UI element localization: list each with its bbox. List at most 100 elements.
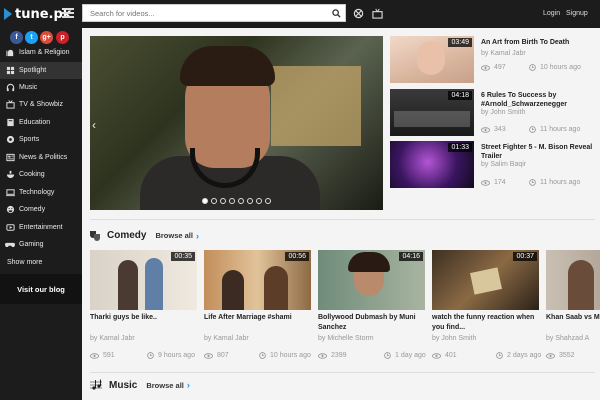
sidebar-item-education[interactable]: Education: [0, 114, 82, 131]
video-title[interactable]: Life After Marriage #shami: [204, 313, 311, 323]
video-thumbnail[interactable]: 04:18: [390, 89, 474, 136]
sidebar-item-music[interactable]: Music: [0, 79, 82, 96]
video-author[interactable]: by Salim Baqir: [481, 161, 526, 168]
tv-icon: [5, 100, 15, 110]
video-thumbnail[interactable]: 01:33: [390, 141, 474, 188]
login-link[interactable]: Login: [543, 10, 560, 17]
video-title[interactable]: Street Fighter 5 - M. Bison Reveal Trail…: [481, 143, 595, 161]
search-input[interactable]: [83, 5, 327, 21]
video-title[interactable]: Khan Saab vs Must Watch: [546, 313, 600, 323]
video-thumbnail[interactable]: 03:49: [390, 36, 474, 83]
sidebar-item-label: Cooking: [19, 171, 45, 178]
music-section-header: Music Browse all ›: [89, 379, 190, 391]
slider-dot[interactable]: [202, 198, 208, 204]
sidebar-item-tv-showbiz[interactable]: TV & Showbiz: [0, 96, 82, 113]
video-thumbnail[interactable]: [546, 250, 600, 310]
video-title[interactable]: Tharki guys be like..: [90, 313, 197, 323]
video-author[interactable]: by Michelle Storm: [318, 335, 374, 342]
tv-icon[interactable]: [372, 8, 383, 19]
search-button[interactable]: [327, 5, 345, 21]
featured-side-item[interactable]: 03:49 An Art from Birth To Death by Kama…: [390, 36, 595, 83]
video-author[interactable]: by Kamal Jabr: [204, 335, 249, 342]
video-card[interactable]: 00:37 watch the funny reaction when you …: [432, 250, 541, 365]
slider-dot[interactable]: [211, 198, 217, 204]
cooking-icon: [5, 170, 15, 180]
facebook-icon[interactable]: f: [10, 31, 23, 44]
sidebar-item-spotlight[interactable]: Spotlight: [0, 62, 82, 79]
clock-icon: [384, 352, 391, 359]
upload-age: 1 day ago: [384, 352, 426, 359]
duration-badge: 00:56: [285, 252, 309, 261]
signup-link[interactable]: Signup: [566, 10, 588, 17]
video-thumbnail[interactable]: 00:35: [90, 250, 197, 310]
section-title: Music: [109, 379, 138, 391]
sidebar-item-label: Education: [19, 119, 51, 126]
slider-dot[interactable]: [229, 198, 235, 204]
video-thumbnail[interactable]: 00:56: [204, 250, 311, 310]
video-thumbnail[interactable]: 00:37: [432, 250, 539, 310]
video-title[interactable]: An Art from Birth To Death: [481, 38, 595, 47]
upload-age: 2 days ago: [496, 352, 541, 359]
sidebar-item-cooking[interactable]: Cooking: [0, 166, 82, 183]
video-author[interactable]: by John Smith: [432, 335, 476, 342]
video-author[interactable]: by Kamal Jabr: [90, 335, 135, 342]
browse-all-comedy-link[interactable]: Browse all ›: [155, 231, 199, 241]
video-title[interactable]: watch the funny reaction when you find..…: [432, 313, 539, 333]
sidebar-item-label: News & Politics: [19, 154, 68, 161]
sidebar-item-label: Islam & Religion: [19, 49, 70, 56]
sidebar-item-technology[interactable]: Technology: [0, 184, 82, 201]
slider-dot[interactable]: [238, 198, 244, 204]
video-author[interactable]: by Shahzad A: [546, 335, 589, 342]
pinterest-icon[interactable]: p: [56, 31, 69, 44]
slider-dot[interactable]: [256, 198, 262, 204]
slider-dot[interactable]: [265, 198, 271, 204]
browse-all-music-link[interactable]: Browse all ›: [146, 380, 190, 390]
view-count: 2399: [318, 352, 347, 359]
video-title[interactable]: Bollywood Dubmash by Muni Sanchez: [318, 313, 425, 333]
sidebar-item-islam-religion[interactable]: Islam & Religion: [0, 44, 82, 61]
show-more-link[interactable]: Show more: [7, 259, 42, 266]
slider-dot[interactable]: [247, 198, 253, 204]
sidebar-item-news-politics[interactable]: News & Politics: [0, 149, 82, 166]
google-plus-icon[interactable]: g+: [40, 31, 53, 44]
video-card[interactable]: 04:16 Bollywood Dubmash by Muni Sanchez …: [318, 250, 427, 365]
comedy-masks-icon: [90, 231, 100, 241]
tech-icon: [5, 188, 15, 198]
video-author[interactable]: by John Smith: [481, 109, 525, 116]
eye-icon: [546, 352, 555, 359]
twitter-icon[interactable]: t: [25, 31, 38, 44]
top-bar: tune.pk Login Signup: [0, 0, 600, 28]
video-author[interactable]: by Kamal Jabr: [481, 50, 526, 57]
clock-icon: [147, 352, 154, 359]
video-card[interactable]: Khan Saab vs Must Watch by Shahzad A: [546, 250, 600, 365]
duration-badge: 04:18: [448, 91, 472, 100]
entertainment-icon: [5, 223, 15, 233]
mosque-icon: [5, 48, 15, 58]
video-card[interactable]: 00:35 Tharki guys be like.. by Kamal Jab…: [90, 250, 199, 365]
sidebar-item-label: Sports: [19, 136, 40, 143]
sidebar-item-entertainment[interactable]: Entertainment: [0, 219, 82, 236]
slider-dot[interactable]: [220, 198, 226, 204]
upload-age: 10 hours ago: [529, 64, 581, 71]
video-card[interactable]: 00:56 Life After Marriage #shami by Kama…: [204, 250, 313, 365]
video-title[interactable]: 6 Rules To Success by #Arnold_Schwarzene…: [481, 91, 595, 109]
view-count: 807: [204, 352, 229, 359]
slider-prev-arrow[interactable]: ‹: [92, 118, 96, 132]
visit-blog-button[interactable]: Visit our blog: [0, 274, 82, 304]
featured-video-slider[interactable]: ‹: [90, 36, 383, 210]
search-icon: [331, 8, 341, 18]
sidebar-item-sports[interactable]: Sports: [0, 131, 82, 148]
sidebar-item-label: Spotlight: [19, 67, 47, 74]
video-thumbnail[interactable]: 04:16: [318, 250, 425, 310]
settings-icon[interactable]: [353, 8, 364, 19]
clock-icon: [496, 352, 503, 359]
slider-dots: [90, 198, 383, 204]
view-count: 401: [432, 352, 457, 359]
sidebar-item-comedy[interactable]: Comedy: [0, 201, 82, 218]
menu-icon[interactable]: [62, 8, 74, 18]
sidebar-item-gaming[interactable]: Gaming: [0, 236, 82, 253]
sidebar-item-label: Music: [19, 84, 38, 91]
duration-badge: 03:49: [448, 38, 472, 47]
ball-icon: [5, 135, 15, 145]
section-divider: [90, 219, 595, 220]
